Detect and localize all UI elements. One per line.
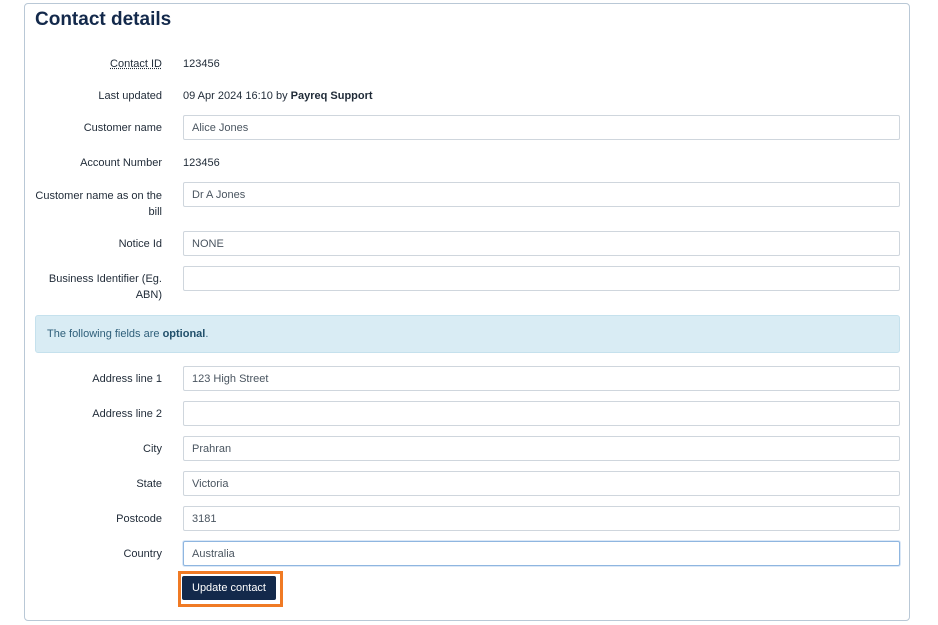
- banner-emphasis: optional: [162, 328, 206, 340]
- postcode-input[interactable]: [183, 506, 900, 531]
- country-label: Country: [123, 548, 162, 560]
- bill-name-label-line1: Customer name as on the: [35, 190, 162, 202]
- city-input[interactable]: [183, 436, 900, 461]
- business-identifier-label-line2: ABN): [135, 289, 162, 301]
- bill-name-input[interactable]: [183, 182, 900, 207]
- last-updated-label: Last updated: [98, 90, 162, 102]
- notice-id-label: Notice Id: [118, 238, 162, 250]
- state-input[interactable]: [183, 471, 900, 496]
- state-label: State: [136, 478, 162, 490]
- last-updated-by: Payreq Support: [290, 90, 373, 102]
- business-identifier-input[interactable]: [183, 266, 900, 291]
- last-updated-date: 09 Apr 2024 16:10 by: [183, 90, 291, 102]
- postcode-label: Postcode: [116, 513, 162, 525]
- address-line2-input[interactable]: [183, 401, 900, 426]
- contact-id-value: 123456: [183, 58, 220, 70]
- address-line2-label: Address line 2: [92, 408, 162, 420]
- city-label: City: [143, 443, 162, 455]
- update-contact-button[interactable]: Update contact: [182, 576, 276, 600]
- country-input[interactable]: [183, 541, 900, 566]
- business-identifier-label-line1: Business Identifier (Eg.: [48, 273, 162, 285]
- address-line1-label: Address line 1: [92, 373, 162, 385]
- optional-fields-banner: The following fields are optional.: [35, 315, 900, 353]
- account-number-value: 123456: [183, 157, 220, 169]
- banner-suffix: .: [205, 328, 209, 340]
- address-line1-input[interactable]: [183, 366, 900, 391]
- bill-name-label-line2: bill: [148, 206, 162, 218]
- banner-prefix: The following fields are: [47, 328, 163, 340]
- notice-id-input[interactable]: [183, 231, 900, 256]
- customer-name-input[interactable]: [183, 115, 900, 140]
- contact-id-label: Contact ID: [110, 58, 162, 70]
- account-number-label: Account Number: [80, 157, 162, 169]
- customer-name-label: Customer name: [83, 122, 162, 134]
- page-title: Contact details: [35, 9, 172, 30]
- last-updated-value: 09 Apr 2024 16:10 by Payreq Support: [183, 88, 373, 104]
